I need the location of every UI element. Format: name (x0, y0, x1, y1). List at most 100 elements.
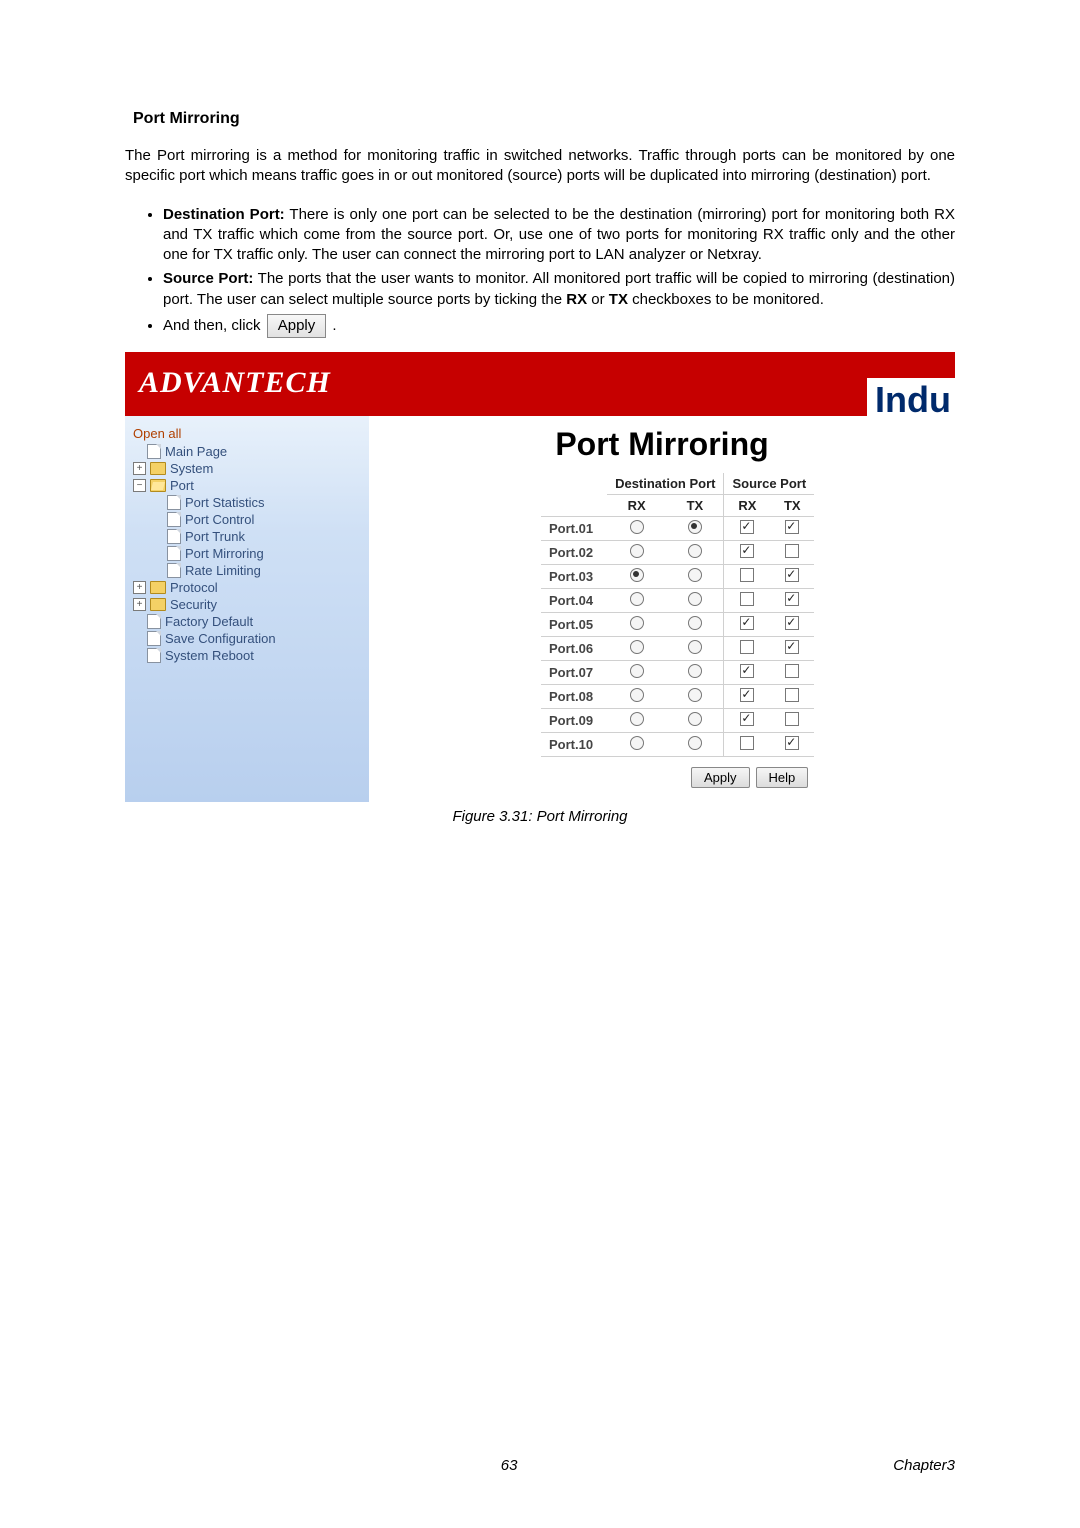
checkbox-input[interactable] (740, 616, 754, 630)
src-tx-cell (770, 661, 814, 685)
radio-input[interactable] (630, 640, 644, 654)
table-row: Port.05 (541, 613, 814, 637)
radio-input[interactable] (688, 616, 702, 630)
radio-input[interactable] (688, 568, 702, 582)
table-row: Port.04 (541, 589, 814, 613)
radio-input[interactable] (630, 520, 644, 534)
expand-icon[interactable]: + (133, 581, 146, 594)
action-buttons: Apply Help (691, 767, 943, 788)
help-button[interactable]: Help (756, 767, 809, 788)
dest-rx-cell (607, 685, 666, 709)
tree-label: Save Configuration (165, 631, 276, 646)
tree-security[interactable]: + Security (133, 596, 363, 613)
radio-input[interactable] (630, 664, 644, 678)
checkbox-input[interactable] (740, 592, 754, 606)
radio-input[interactable] (688, 520, 702, 534)
checkbox-input[interactable] (785, 712, 799, 726)
tree-label: Main Page (165, 444, 227, 459)
folder-icon (150, 462, 166, 475)
port-label: Port.06 (541, 637, 607, 661)
expand-icon[interactable]: + (133, 462, 146, 475)
checkbox-input[interactable] (740, 568, 754, 582)
table-row: Port.02 (541, 541, 814, 565)
tree-label: System Reboot (165, 648, 254, 663)
tree-port-child[interactable]: Port Trunk (133, 528, 363, 545)
dest-rx-cell (607, 565, 666, 589)
radio-input[interactable] (688, 640, 702, 654)
tree-label: Port Trunk (185, 529, 245, 544)
tree-save-configuration[interactable]: Save Configuration (133, 630, 363, 647)
tree-label: Port Control (185, 512, 254, 527)
port-label: Port.09 (541, 709, 607, 733)
checkbox-input[interactable] (785, 544, 799, 558)
checkbox-input[interactable] (740, 520, 754, 534)
radio-input[interactable] (630, 736, 644, 750)
table-row: Port.07 (541, 661, 814, 685)
col-destination-port: Destination Port (607, 473, 724, 495)
tree-port[interactable]: − Port (133, 477, 363, 494)
dest-tx-cell (666, 565, 724, 589)
radio-input[interactable] (630, 544, 644, 558)
tree-system[interactable]: + System (133, 460, 363, 477)
tree-system-reboot[interactable]: System Reboot (133, 647, 363, 664)
dest-rx-cell (607, 589, 666, 613)
bullet-list: Destination Port: There is only one port… (125, 205, 955, 339)
tree-protocol[interactable]: + Protocol (133, 579, 363, 596)
tree-main-page[interactable]: Main Page (133, 443, 363, 460)
radio-input[interactable] (630, 568, 644, 582)
tree-factory-default[interactable]: Factory Default (133, 613, 363, 630)
checkbox-input[interactable] (785, 592, 799, 606)
tree-port-child[interactable]: Port Control (133, 511, 363, 528)
dest-rx-cell (607, 637, 666, 661)
bullet-destination-port: Destination Port: There is only one port… (163, 205, 955, 266)
bullet-label: Destination Port: (163, 206, 285, 223)
src-rx-cell (724, 589, 770, 613)
port-label: Port.08 (541, 685, 607, 709)
radio-input[interactable] (630, 616, 644, 630)
checkbox-input[interactable] (785, 568, 799, 582)
checkbox-input[interactable] (785, 664, 799, 678)
checkbox-input[interactable] (740, 688, 754, 702)
src-tx-cell (770, 637, 814, 661)
bullet-label: Source Port: (163, 270, 253, 287)
checkbox-input[interactable] (785, 688, 799, 702)
checkbox-input[interactable] (785, 616, 799, 630)
tree-port-child[interactable]: Rate Limiting (133, 562, 363, 579)
dest-tx-cell (666, 733, 724, 757)
open-all-link[interactable]: Open all (133, 426, 363, 441)
radio-input[interactable] (630, 592, 644, 606)
tree-port-child[interactable]: Port Mirroring (133, 545, 363, 562)
checkbox-input[interactable] (740, 712, 754, 726)
expand-icon[interactable]: + (133, 598, 146, 611)
checkbox-input[interactable] (740, 736, 754, 750)
checkbox-input[interactable] (740, 664, 754, 678)
radio-input[interactable] (688, 736, 702, 750)
dest-rx-cell (607, 517, 666, 541)
tree-label: Port Statistics (185, 495, 264, 510)
chapter-label: Chapter3 (893, 1457, 955, 1474)
checkbox-input[interactable] (740, 640, 754, 654)
checkbox-input[interactable] (785, 520, 799, 534)
checkbox-input[interactable] (740, 544, 754, 558)
radio-input[interactable] (688, 712, 702, 726)
src-tx-cell (770, 733, 814, 757)
checkbox-input[interactable] (785, 736, 799, 750)
collapse-icon[interactable]: − (133, 479, 146, 492)
page-footer: 63 Chapter3 (125, 1457, 955, 1474)
radio-input[interactable] (630, 688, 644, 702)
radio-input[interactable] (688, 592, 702, 606)
apply-button[interactable]: Apply (691, 767, 750, 788)
bullet-text: or (587, 291, 609, 308)
bullet-text: The ports that the user wants to monitor… (163, 270, 955, 307)
src-rx-cell (724, 613, 770, 637)
dest-tx-cell (666, 541, 724, 565)
radio-input[interactable] (688, 664, 702, 678)
radio-input[interactable] (688, 688, 702, 702)
tree-label: System (170, 461, 213, 476)
tree-port-child[interactable]: Port Statistics (133, 494, 363, 511)
src-tx-cell (770, 709, 814, 733)
radio-input[interactable] (630, 712, 644, 726)
checkbox-input[interactable] (785, 640, 799, 654)
src-tx-cell (770, 613, 814, 637)
radio-input[interactable] (688, 544, 702, 558)
